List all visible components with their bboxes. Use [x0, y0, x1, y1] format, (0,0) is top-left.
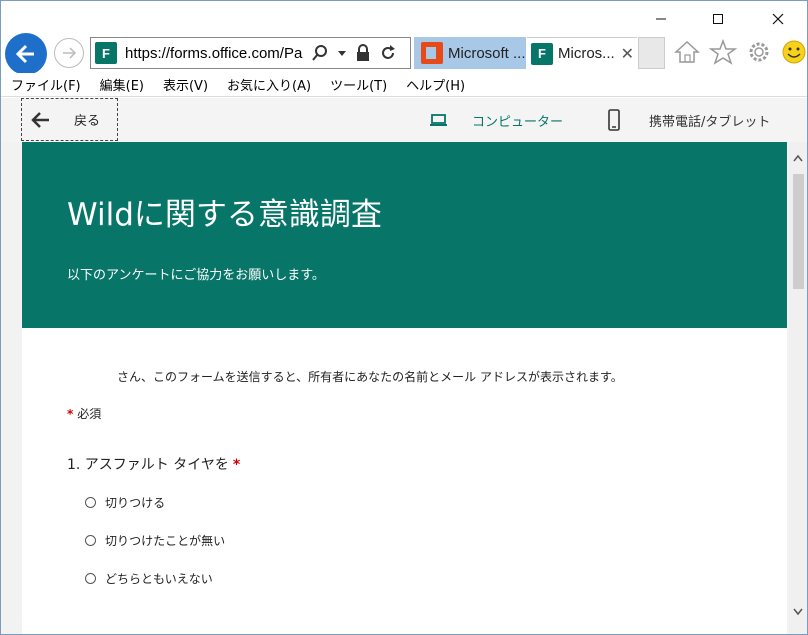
option-1[interactable]: 切りつける	[85, 494, 165, 511]
radio-button[interactable]	[85, 497, 96, 508]
option-label: 切りつける	[105, 496, 166, 510]
browser-back-button[interactable]	[5, 33, 47, 75]
vertical-scrollbar[interactable]	[789, 142, 807, 634]
lock-icon[interactable]	[355, 44, 371, 62]
chevron-down-icon[interactable]	[337, 48, 347, 58]
mobile-view-button[interactable]: 携帯電話/タブレット	[607, 98, 770, 142]
tab-label: Microsoft ...	[448, 44, 526, 62]
menu-help[interactable]: ヘルプ(H)	[406, 75, 465, 94]
scroll-down-button[interactable]	[789, 604, 807, 620]
phone-icon	[608, 109, 620, 131]
arrow-right-icon	[63, 47, 77, 59]
menu-bar: ファイル(F) 編集(E) 表示(V) お気に入り(A) ツール(T) ヘルプ(…	[1, 73, 807, 97]
required-label: 必須	[77, 407, 102, 421]
home-icon[interactable]	[673, 39, 701, 65]
forms-favicon-icon: F	[95, 42, 117, 64]
menu-favorites[interactable]: お気に入り(A)	[227, 75, 311, 94]
scroll-up-button[interactable]	[789, 150, 807, 166]
required-legend: * 必須	[67, 405, 101, 422]
back-label: 戻る	[74, 114, 101, 129]
option-label: 切りつけたことが無い	[105, 534, 226, 548]
arrow-left-icon	[31, 111, 49, 128]
gear-icon[interactable]	[745, 39, 773, 65]
tab-microsoft[interactable]: Microsoft ...	[414, 37, 526, 69]
minimize-icon	[656, 18, 666, 20]
forms-icon: F	[531, 42, 553, 65]
url-text[interactable]: https://forms.office.com/Pa	[125, 45, 305, 62]
scroll-thumb[interactable]	[793, 174, 804, 289]
back-button[interactable]: 戻る	[21, 98, 118, 141]
question-1-text: 1. アスファルト タイヤを	[67, 457, 229, 473]
radio-button[interactable]	[85, 573, 96, 584]
arrow-left-icon	[15, 44, 34, 64]
tab-label: Micros...	[558, 45, 615, 62]
radio-button[interactable]	[85, 535, 96, 546]
toolbar-right-icons	[673, 39, 807, 65]
office-icon	[421, 42, 443, 64]
computer-view-button[interactable]: コンピューター	[429, 98, 563, 142]
chevron-down-icon	[793, 608, 803, 616]
laptop-icon	[430, 114, 447, 126]
question-1: 1. アスファルト タイヤを *	[67, 454, 240, 474]
menu-edit[interactable]: 編集(E)	[100, 75, 144, 94]
tab-microsoft-forms[interactable]: F Micros... ✕	[527, 37, 637, 69]
tab-close-icon[interactable]: ✕	[621, 44, 634, 64]
browser-window: F https://forms.office.com/Pa Microsoft …	[0, 0, 808, 635]
address-bar[interactable]: F https://forms.office.com/Pa	[90, 37, 411, 69]
forms-preview-nav: 戻る コンピューター 携帯電話/タブレット	[1, 98, 807, 142]
close-icon	[772, 13, 784, 25]
mobile-view-label: 携帯電話/タブレット	[649, 114, 771, 130]
computer-view-label: コンピューター	[472, 114, 564, 130]
identity-notice: さん、このフォームを送信すると、所有者にあなたの名前とメール アドレスが表示され…	[117, 370, 623, 384]
option-2[interactable]: 切りつけたことが無い	[85, 532, 225, 549]
menu-tools[interactable]: ツール(T)	[330, 75, 387, 94]
maximize-icon	[713, 14, 723, 24]
search-icon[interactable]	[311, 44, 329, 62]
option-label: どちらともいえない	[105, 572, 213, 586]
address-row: F https://forms.office.com/Pa Microsoft …	[1, 29, 807, 75]
required-star: *	[67, 407, 74, 421]
form-body: さん、このフォームを送信すると、所有者にあなたの名前とメール アドレスが表示され…	[22, 328, 787, 634]
form-subtitle: 以下のアンケートにご協力をお願いします。	[67, 268, 325, 283]
favorites-star-icon[interactable]	[709, 39, 737, 65]
option-3[interactable]: どちらともいえない	[85, 570, 213, 587]
new-tab-button[interactable]	[638, 37, 665, 69]
question-required-star: *	[232, 457, 241, 473]
address-bar-icons	[311, 44, 397, 62]
form-title: Wildに関する意識調査	[67, 197, 382, 233]
refresh-icon[interactable]	[379, 44, 397, 62]
feedback-smiley-icon[interactable]	[781, 39, 807, 65]
chevron-up-icon	[793, 154, 803, 162]
menu-view[interactable]: 表示(V)	[163, 75, 208, 94]
menu-file[interactable]: ファイル(F)	[11, 75, 81, 94]
browser-forward-button[interactable]	[54, 38, 84, 68]
form-header-banner: Wildに関する意識調査 以下のアンケートにご協力をお願いします。	[22, 142, 787, 328]
